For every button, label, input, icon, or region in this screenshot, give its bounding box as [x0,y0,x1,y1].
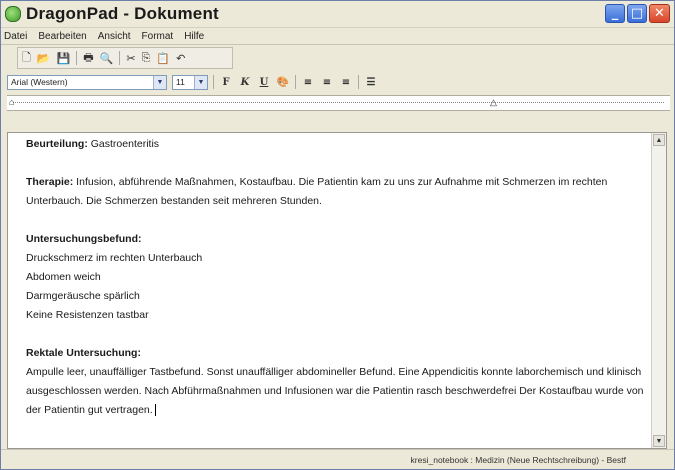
menu-format[interactable]: Format [142,31,174,42]
menu-ansicht[interactable]: Ansicht [98,31,131,42]
scroll-down-arrow-icon[interactable]: ▼ [653,435,665,447]
align-right-icon[interactable]: ≡ [339,75,353,89]
open-folder-icon[interactable]: 📂 [37,52,51,65]
rektal-label: Rektale Untersuchung: [26,347,141,359]
right-indent-marker[interactable]: △ [490,97,497,108]
align-left-icon[interactable]: ≡ [301,75,315,89]
document-area[interactable]: Beurteilung: Gastroenteritis Therapie: I… [7,132,667,449]
paste-icon[interactable]: 📋 [156,52,170,65]
left-indent-marker[interactable]: ⌂ [9,97,14,107]
therapie-paragraph: Therapie: Infusion, abführende Maßnahmen… [26,173,648,211]
find-icon[interactable]: 🔍 [100,52,114,65]
bold-button[interactable]: F [219,75,233,89]
beurteilung-paragraph: Beurteilung: Gastroenteritis [26,135,648,154]
rektal-heading: Rektale Untersuchung: [26,344,648,363]
befund-line: Abdomen weich [26,271,101,283]
minimize-button[interactable]: _ [605,4,625,23]
befund-heading: Untersuchungsbefund: [26,230,648,249]
toolbar-separator [213,75,214,89]
print-icon[interactable]: 🖶 [83,49,93,68]
color-icon[interactable]: 🎨 [276,75,290,89]
font-size-select[interactable]: 11 ▼ [172,74,208,90]
text-caret [154,404,156,417]
befund-line: Darmgeräusche spärlich [26,290,140,302]
font-select[interactable]: Arial (Western) ▼ [7,74,167,90]
save-icon[interactable]: 💾 [57,52,71,65]
toolbar-separator [76,51,78,65]
vertical-scrollbar[interactable]: ▲ ▼ [651,133,666,448]
therapie-text: Infusion, abführende Maßnahmen, Kostaufb… [26,176,608,207]
beurteilung-text: Gastroenteritis [87,138,160,150]
format-toolbar: Arial (Western) ▼ 11 ▼ F K U 🎨 ≡ ≡ ≡ ☰ [1,71,674,93]
dragonpad-window: DragonPad - Dokument _ □ ✕ Datei Bearbei… [0,0,675,470]
undo-icon[interactable]: ↶ [176,52,185,65]
chevron-down-icon[interactable]: ▼ [153,75,166,89]
befund-line: Druckschmerz im rechten Unterbauch [26,252,203,264]
toolbar-separator [119,51,121,65]
document-text[interactable]: Beurteilung: Gastroenteritis Therapie: I… [26,135,648,420]
befund-line: Keine Resistenzen tastbar [26,309,149,321]
toolbar-separator [295,75,296,89]
beurteilung-label: Beurteilung: [26,138,88,150]
font-size-value: 11 [176,77,185,87]
befund-label: Untersuchungsbefund: [26,233,142,245]
ruler[interactable]: ⌂ △ [7,95,670,111]
underline-button[interactable]: U [257,75,271,89]
status-text: kresi_notebook : Medizin (Neue Rechtschr… [410,454,626,465]
bullet-list-icon[interactable]: ☰ [364,75,378,89]
copy-icon[interactable]: ⎘ [142,52,151,65]
rektal-paragraph: Ampulle leer, unauffälliger Tastbefund. … [26,363,648,420]
therapie-label: Therapie: [26,176,74,188]
maximize-button[interactable]: □ [627,4,647,23]
font-value: Arial (Western) [11,77,68,87]
scroll-up-arrow-icon[interactable]: ▲ [653,134,665,146]
status-bar: kresi_notebook : Medizin (Neue Rechtschr… [1,449,674,469]
window-title: DragonPad - Dokument [26,4,219,23]
ruler-ticks [13,102,664,103]
menu-hilfe[interactable]: Hilfe [184,31,204,42]
standard-toolbar: 🗋 📂 💾 🖶 🔍 ✂ ⎘ 📋 ↶ [17,47,233,69]
align-center-icon[interactable]: ≡ [320,75,334,89]
new-document-icon[interactable]: 🗋 [22,49,31,68]
chevron-down-icon[interactable]: ▼ [194,75,207,89]
menu-bearbeiten[interactable]: Bearbeiten [38,31,86,42]
window-controls: _ □ ✕ [605,4,670,23]
dragon-app-icon [5,6,21,22]
title-bar[interactable]: DragonPad - Dokument _ □ ✕ [1,1,674,28]
italic-button[interactable]: K [238,75,252,89]
toolbar-separator [358,75,359,89]
menu-bar: Datei Bearbeiten Ansicht Format Hilfe [1,28,674,45]
menu-datei[interactable]: Datei [4,31,27,42]
close-button[interactable]: ✕ [649,4,670,23]
cut-icon[interactable]: ✂ [126,52,135,65]
rektal-text: Ampulle leer, unauffälliger Tastbefund. … [26,366,644,416]
